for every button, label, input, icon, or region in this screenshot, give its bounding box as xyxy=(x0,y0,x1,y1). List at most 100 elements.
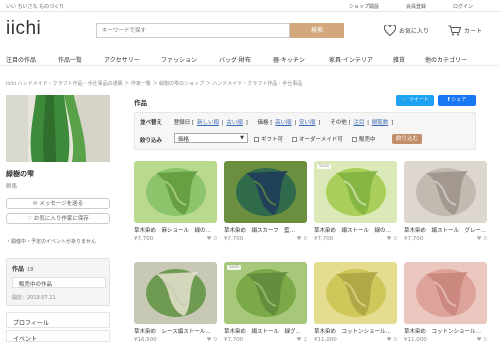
chevron-down-icon: ▼ xyxy=(240,135,244,141)
nav-fashion[interactable]: ファッション xyxy=(161,55,197,64)
product-image[interactable] xyxy=(404,161,487,223)
sort-other-label: その他 xyxy=(330,120,347,126)
sort-price-high[interactable]: 高い順 xyxy=(275,120,292,126)
product-likes[interactable]: ♥ 0 xyxy=(387,236,397,242)
product-likes[interactable]: ♥ 0 xyxy=(297,236,307,242)
product-price: ¥11,000 xyxy=(314,337,337,342)
on-sale-works-link[interactable]: 販売中の作品 xyxy=(12,277,106,288)
cart-link[interactable]: カート xyxy=(448,25,482,36)
product-image[interactable]: Sold xyxy=(224,262,307,324)
send-message-button[interactable]: ✉ メッセージを送る xyxy=(6,198,110,209)
checkbox-box xyxy=(352,136,357,142)
checkbox-box xyxy=(254,136,259,142)
like-count: 0 xyxy=(303,236,308,242)
shop-name[interactable]: 緑樹の雫 xyxy=(6,169,34,179)
sort-price-label: 価格 xyxy=(257,120,269,126)
product-image[interactable] xyxy=(314,262,397,324)
on-sale-checkbox[interactable]: 販売中 xyxy=(352,135,376,143)
nav-all-works[interactable]: 作品一覧 xyxy=(58,55,82,64)
heart-icon: ♥ xyxy=(206,337,212,342)
product-card[interactable]: 草木染め 絹スカーフ 藍… ¥7,700 ♥ 0 xyxy=(224,161,307,242)
product-card[interactable]: 草木染め コットンショール… ¥11,000 ♥ 0 xyxy=(314,262,397,342)
like-count: 2 xyxy=(303,337,308,342)
events-link[interactable]: イベント xyxy=(6,330,110,342)
product-likes[interactable]: ♥ 0 xyxy=(387,337,397,342)
product-name[interactable]: 草木染め レース編ストール… xyxy=(134,327,217,335)
twitter-icon: 🐦 xyxy=(401,97,408,103)
search-input[interactable] xyxy=(96,23,290,38)
sort-views[interactable]: 閲覧数 xyxy=(372,120,389,126)
product-image[interactable] xyxy=(404,262,487,324)
product-name[interactable]: 草木染め 絹ストール 緑の… xyxy=(314,226,397,234)
tagline: いい ちいさな ものづくり xyxy=(6,4,65,10)
heart-icon: ♥ xyxy=(296,236,302,242)
works-heading[interactable]: 作品 18 xyxy=(12,264,33,273)
product-card[interactable]: Sold 草木染め 絹ストール 緑グ… ¥7,700 ♥ 2 xyxy=(224,262,307,342)
made-to-order-label: オーダーメイド可 xyxy=(299,137,343,143)
sort-other-group: その他 [ 注目 | 閲覧数 ] xyxy=(330,120,394,126)
product-name[interactable]: 草木染め 絹ストール 緑グ… xyxy=(224,327,307,335)
made-to-order-checkbox[interactable]: オーダーメイド可 xyxy=(292,135,343,143)
sort-price-low[interactable]: 安い順 xyxy=(299,120,316,126)
product-price: ¥7,700 xyxy=(224,236,244,242)
product-image[interactable]: Sold xyxy=(314,161,397,223)
product-card[interactable]: Sold 草木染め 絹ストール 緑の… ¥7,700 ♥ 0 xyxy=(314,161,397,242)
product-image[interactable] xyxy=(224,161,307,223)
product-card[interactable]: 草木染め コットンショール… ¥11,000 ♥ 0 xyxy=(404,262,487,342)
sold-badge: Sold xyxy=(227,265,241,270)
tweet-button[interactable]: 🐦 ツイート xyxy=(396,95,434,106)
product-card[interactable]: 草木染め レース編ストール… ¥16,500 ♥ 0 xyxy=(134,262,217,342)
nav-kitchen[interactable]: 器·キッチン xyxy=(273,55,305,64)
nav-accessories[interactable]: アクセサリー xyxy=(104,55,140,64)
events-notice: ・開催中・予定のイベントがありません xyxy=(6,239,96,245)
search-button[interactable]: 検索 xyxy=(290,23,344,38)
sort-newest[interactable]: 新しい順 xyxy=(197,120,219,126)
product-name[interactable]: 草木染め 絹ストール グレー… xyxy=(404,226,487,234)
shop-prefecture: 群馬 xyxy=(6,184,18,190)
sort-oldest[interactable]: 古い順 xyxy=(226,120,243,126)
narrow-button[interactable]: 絞り込む xyxy=(392,134,422,144)
checkbox-box xyxy=(292,136,297,142)
product-likes[interactable]: ♥ 2 xyxy=(297,337,307,342)
product-likes[interactable]: ♥ 0 xyxy=(477,337,487,342)
nav-featured[interactable]: 注目の作品 xyxy=(6,55,36,64)
like-count: 0 xyxy=(393,337,398,342)
cart-icon xyxy=(448,25,461,36)
link-login[interactable]: ログイン xyxy=(453,3,473,10)
product-likes[interactable]: ♥ 0 xyxy=(207,236,217,242)
product-price: ¥7,700 xyxy=(224,337,244,342)
nav-goods[interactable]: 雑貨 xyxy=(393,55,405,64)
mail-icon: ✉ xyxy=(32,201,38,207)
facebook-share-button[interactable]: f シェア xyxy=(438,95,476,106)
heart-icon: ♥ xyxy=(386,337,392,342)
product-card[interactable]: 草木染め 麻ショール 緑の… ¥7,700 ♥ 0 xyxy=(134,161,217,242)
sort-featured[interactable]: 注目 xyxy=(353,120,364,126)
profile-link[interactable]: プロフィール xyxy=(6,312,110,328)
product-name[interactable]: 草木染め コットンショール… xyxy=(314,327,397,335)
link-open-shop[interactable]: ショップ開設 xyxy=(349,3,379,10)
like-count: 0 xyxy=(213,236,218,242)
works-title: 作品 xyxy=(134,99,147,107)
site-logo[interactable]: iichi xyxy=(6,18,41,40)
gift-label: ギフト可 xyxy=(261,137,284,143)
gift-checkbox[interactable]: ギフト可 xyxy=(254,135,283,143)
nav-other[interactable]: 他のカテゴリー xyxy=(425,55,467,64)
product-image[interactable] xyxy=(134,262,217,324)
link-register[interactable]: 会員登録 xyxy=(406,3,426,10)
save-favorite-artist-button[interactable]: ♡ お気に入り作家に保存 xyxy=(6,213,110,224)
product-name[interactable]: 草木染め コットンショール… xyxy=(404,327,487,335)
product-name[interactable]: 草木染め 絹スカーフ 藍… xyxy=(224,226,307,234)
product-card[interactable]: 草木染め 絹ストール グレー… ¥7,700 ♥ 0 xyxy=(404,161,487,242)
product-likes[interactable]: ♥ 0 xyxy=(207,337,217,342)
on-sale-label: 販売中 xyxy=(359,137,376,143)
filter-select[interactable]: 価格 ▼ xyxy=(174,133,248,143)
favorites-link[interactable]: お気に入り xyxy=(384,25,429,36)
breadcrumb[interactable]: iichi ハンドメイド・クラフト作品・手仕事品の通販 ＞ 作家一覧 ＞ 緑樹の… xyxy=(6,80,302,87)
nav-furniture[interactable]: 家具·インテリア xyxy=(329,55,373,64)
like-count: 0 xyxy=(483,236,488,242)
shop-image xyxy=(6,95,110,162)
nav-bags[interactable]: バッグ·財布 xyxy=(219,55,251,64)
product-likes[interactable]: ♥ 0 xyxy=(477,236,487,242)
product-name[interactable]: 草木染め 麻ショール 緑の… xyxy=(134,226,217,234)
product-image[interactable] xyxy=(134,161,217,223)
